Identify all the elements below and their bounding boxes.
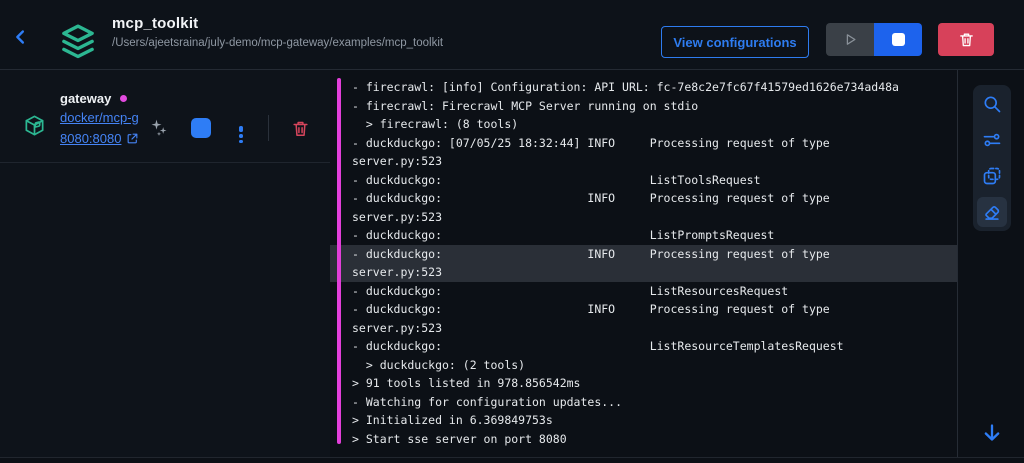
header-titles: mcp_toolkit /Users/ajeetsraina/july-demo… <box>112 15 443 49</box>
status-dot <box>120 95 128 102</box>
search-icon <box>982 94 1002 114</box>
log-panel: - firecrawl: [info] Configuration: API U… <box>330 70 957 458</box>
app-window: mcp_toolkit /Users/ajeetsraina/july-demo… <box>0 0 1024 463</box>
log-line: - firecrawl: [info] Configuration: API U… <box>352 80 899 94</box>
log-line: - duckduckgo: INFO Processing request of… <box>330 244 957 263</box>
port-row: 8080:8080 <box>60 131 139 146</box>
filter-logs-button[interactable] <box>977 125 1007 155</box>
port-link[interactable]: 8080:8080 <box>60 131 121 146</box>
actions-divider <box>268 115 269 141</box>
back-button[interactable] <box>10 26 32 48</box>
service-stop-button[interactable] <box>191 118 211 138</box>
filter-sliders-icon <box>982 130 1002 150</box>
log-line: > Initialized in 6.369849753s <box>352 413 553 427</box>
log-toolbar <box>973 85 1011 231</box>
image-link[interactable]: docker/mcp-g <box>60 110 148 125</box>
play-button[interactable] <box>826 23 874 56</box>
log-line: - duckduckgo: ListResourcesRequest <box>352 283 789 298</box>
log-line: - duckduckgo: INFO Processing request of… <box>352 302 830 316</box>
log-line: - firecrawl: Firecrawl MCP Server runnin… <box>352 98 699 113</box>
play-icon <box>843 32 858 47</box>
log-line: - duckduckgo: INFO Processing request of… <box>352 191 830 205</box>
log-line: > Start sse server on port 8080 <box>352 431 567 446</box>
page-title: mcp_toolkit <box>112 15 199 32</box>
log-line: - duckduckgo: ListToolsRequest <box>352 172 761 187</box>
log-line: > duckduckgo: (2 tools) <box>352 357 526 372</box>
eraser-icon <box>982 202 1002 222</box>
log-accent-line <box>337 78 341 444</box>
stack-logo-icon <box>58 22 98 62</box>
clear-logs-button[interactable] <box>977 197 1007 227</box>
trash-icon <box>958 31 975 48</box>
log-line: - duckduckgo: ListPromptsRequest <box>352 228 775 242</box>
bottom-border <box>0 457 1024 458</box>
container-cube-icon <box>23 114 46 137</box>
external-link-icon <box>126 132 139 145</box>
run-stop-segmented-control <box>826 23 922 56</box>
log-line: - duckduckgo: [07/05/25 18:32:44] INFO P… <box>352 135 830 150</box>
right-rail <box>957 70 1024 458</box>
log-line: > 91 tools listed in 978.856542ms <box>352 376 581 390</box>
services-sidebar: gateway docker/mcp-g 8080:8080 <box>0 70 330 458</box>
copy-logs-button[interactable] <box>977 161 1007 191</box>
log-line: server.py:523 <box>352 154 443 168</box>
arrow-down-icon <box>980 421 1004 445</box>
header: mcp_toolkit /Users/ajeetsraina/july-demo… <box>0 0 1024 70</box>
log-line: server.py:523 <box>352 320 443 335</box>
delete-button[interactable] <box>938 23 994 56</box>
log-line: - Watching for configuration updates... <box>352 394 623 409</box>
more-options-button[interactable] <box>234 117 248 144</box>
log-line: server.py:523 <box>330 263 957 282</box>
view-configurations-button[interactable]: View configurations <box>661 26 809 58</box>
stop-icon <box>891 33 905 46</box>
log-line: server.py:523 <box>352 209 443 224</box>
project-path: /Users/ajeetsraina/july-demo/mcp-gateway… <box>112 37 444 49</box>
log-output[interactable]: - firecrawl: [info] Configuration: API U… <box>330 78 957 448</box>
search-logs-button[interactable] <box>977 89 1007 119</box>
kebab-menu-icon <box>239 126 243 144</box>
log-line: > firecrawl: (8 tools) <box>352 117 519 131</box>
ai-sparkles-button[interactable] <box>149 118 169 138</box>
service-delete-button[interactable] <box>289 117 311 139</box>
copy-dashed-icon <box>982 166 1002 186</box>
chevron-left-icon <box>10 26 32 48</box>
service-row-gateway: gateway docker/mcp-g 8080:8080 <box>0 70 330 163</box>
sparkles-icon <box>149 118 169 138</box>
trash-icon <box>291 119 310 138</box>
service-name: gateway <box>60 91 128 106</box>
log-line: - duckduckgo: ListResourceTemplatesReque… <box>352 339 844 353</box>
service-name-label: gateway <box>60 91 112 106</box>
stop-button[interactable] <box>874 23 922 56</box>
scroll-to-bottom-button[interactable] <box>979 420 1005 446</box>
